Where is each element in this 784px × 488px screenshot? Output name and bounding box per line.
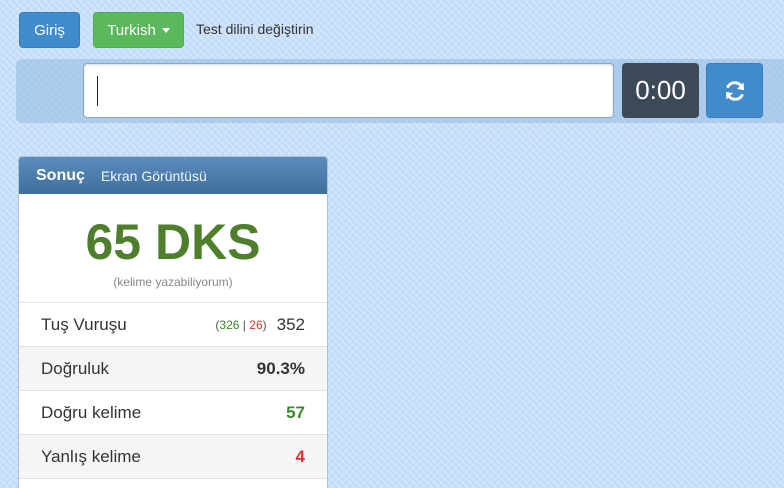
screenshot-link[interactable]: Ekran Görüntüsü: [101, 168, 207, 184]
wrong-words-row: Yanlış kelime 4: [19, 435, 327, 479]
wpm-caption: (kelime yazabiliyorum): [113, 275, 233, 289]
correct-words-row: Doğru kelime 57: [19, 391, 327, 435]
accuracy-row: Doğruluk 90.3%: [19, 347, 327, 391]
correct-words-label: Doğru kelime: [41, 402, 142, 422]
wrong-words-label: Yanlış kelime: [41, 446, 141, 466]
correct-words-value: 57: [286, 402, 305, 422]
login-button[interactable]: Giriş: [19, 12, 80, 48]
keystrokes-label: Tuş Vuruşu: [41, 314, 127, 334]
result-header: Sonuç Ekran Görüntüsü: [19, 157, 327, 194]
caret-down-icon: [161, 27, 170, 33]
keystrokes-separator: |: [242, 317, 246, 332]
typing-input[interactable]: [83, 63, 614, 118]
keystrokes-close: ): [262, 317, 267, 332]
keystrokes-correct: 326: [219, 317, 240, 332]
wpm-block: 65 DKS (kelime yazabiliyorum): [19, 194, 327, 303]
timer-display: 0:00: [622, 63, 699, 118]
keystrokes-total: 352: [276, 314, 305, 334]
result-title: Sonuç: [36, 166, 85, 184]
wpm-value: 65 DKS: [85, 214, 261, 270]
reload-button[interactable]: [706, 63, 763, 118]
accuracy-value: 90.3%: [256, 358, 305, 378]
result-panel: Sonuç Ekran Görüntüsü 65 DKS (kelime yaz…: [18, 156, 328, 488]
keystrokes-values: (326 | 26) 352: [215, 315, 305, 335]
wrong-words-value: 4: [295, 446, 305, 466]
keystrokes-breakdown: (326 | 26): [215, 318, 266, 332]
keystrokes-wrong: 26: [249, 317, 263, 332]
accuracy-label: Doğruluk: [41, 358, 110, 378]
login-button-label: Giriş: [34, 21, 65, 39]
language-dropdown-button[interactable]: Turkish: [93, 12, 184, 48]
text-cursor: [97, 76, 98, 106]
refresh-icon: [725, 80, 744, 101]
language-hint-text: Test dilini değiştirin: [196, 21, 314, 37]
keystrokes-row: Tuş Vuruşu (326 | 26) 352: [19, 303, 327, 347]
language-dropdown-label: Turkish: [107, 21, 156, 39]
